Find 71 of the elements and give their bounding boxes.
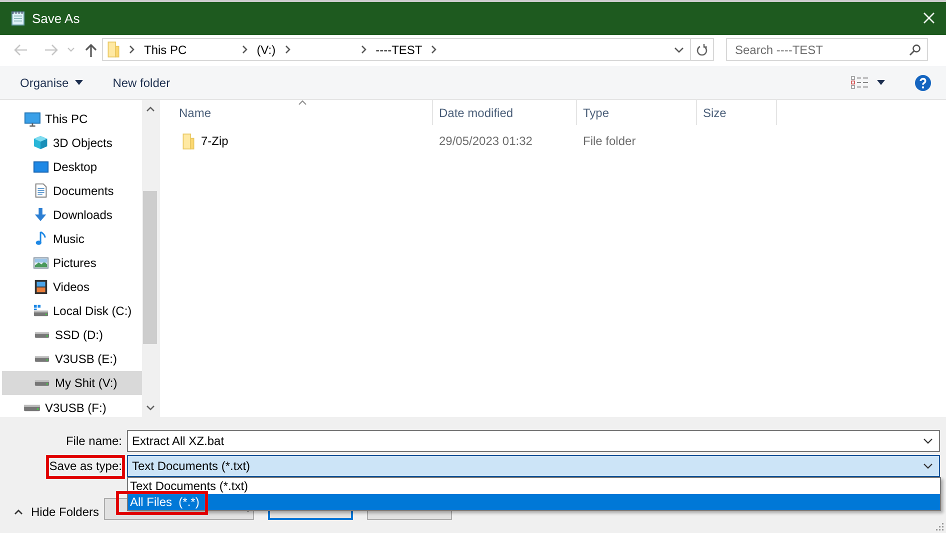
folder-tree-item[interactable]: Documents [2,179,142,204]
picture-icon [33,255,49,272]
search-field[interactable]: Search ----TEST [726,38,928,62]
view-options-icon[interactable] [851,76,868,90]
drive-icon [34,355,50,364]
column-header[interactable]: Size [697,100,777,126]
drive-icon [23,404,41,412]
column-header[interactable]: Name [160,100,433,126]
folder-icon [182,132,195,150]
document-icon [33,183,49,200]
dropdown-option[interactable]: Text Documents (*.txt) [128,478,940,494]
download-arrow-icon [33,207,49,224]
column-header[interactable]: Type [577,100,697,126]
breadcrumb-item[interactable]: ----TEST [376,42,422,57]
monitor-icon [33,159,49,176]
help-icon[interactable] [915,74,931,91]
folder-tree-item[interactable]: V3USB (F:) [2,396,142,418]
folder-tree-item[interactable]: Desktop [2,155,142,180]
scrollbar-thumb[interactable] [143,191,157,344]
scroll-down-icon[interactable] [146,405,154,412]
breadcrumb-item[interactable]: This PC [144,42,187,57]
chevron-icon [431,45,438,54]
caret-icon [14,508,23,515]
dropdown-caret-icon[interactable] [674,46,684,53]
scroll-up-icon[interactable] [146,106,154,112]
dropdown-caret-icon[interactable] [923,438,933,444]
folder-tree-item[interactable]: Pictures [2,251,142,276]
address-bar[interactable]: This PC (V:) ----TEST [102,38,714,62]
new-folder-button[interactable]: New folder [112,74,170,92]
column-header[interactable]: Date modified [433,100,577,126]
folder-tree-item[interactable]: SSD (D:) [2,323,142,348]
file-type-dropdown[interactable]: Text Documents (*.txt) [127,455,940,478]
cube-icon [33,135,49,152]
chevron-icon [242,45,248,54]
file-name[interactable]: 7-Zip [201,134,228,148]
folder-tree-item[interactable]: Music [2,227,142,252]
file-type: File folder [582,134,637,148]
film-icon [33,279,49,296]
file-name-field[interactable]: Extract All XZ.bat [127,430,940,452]
music-note-icon [33,231,49,248]
folder-tree-item[interactable]: Videos [2,275,142,300]
chevron-icon [129,45,135,54]
notepad-icon [11,10,25,26]
dropdown-caret-icon[interactable] [923,463,933,470]
up-arrow-icon[interactable] [85,42,97,57]
folder-tree-item[interactable]: Downloads [2,203,142,228]
breadcrumb-item[interactable]: (V:) [256,42,276,57]
resize-grip-icon[interactable] [936,523,944,531]
folder-icon [107,41,120,58]
caret-icon[interactable] [877,80,885,86]
folder-tree-item[interactable]: 3D Objects [2,131,142,156]
caret-icon [74,80,83,86]
window-title: Save As [32,10,80,26]
search-icon[interactable] [909,44,921,56]
chevron-icon [284,45,291,54]
drive-icon [34,331,50,340]
date-modified: 29/05/2023 01:32 [438,134,534,148]
field-label: Save as type: [49,459,122,474]
folder-tree-item[interactable]: V3USB (E:) [2,347,142,372]
drive-icon [34,379,50,388]
chevron-icon [360,45,367,54]
folder-tree-item[interactable]: This PC [2,107,142,132]
close-icon[interactable] [922,11,936,26]
folder-tree-item[interactable]: My Shit (V:) [2,371,142,396]
folder-tree-item[interactable]: Local Disk (C:) [2,299,142,324]
refresh-icon[interactable] [696,43,708,56]
computer-icon [23,111,41,128]
organise-menu[interactable]: Organise [20,74,83,92]
field-label: File name: [66,434,122,448]
hide-folders-button[interactable]: Hide Folders [14,504,100,519]
dropdown-option[interactable]: All Files (*.*) [128,494,940,510]
